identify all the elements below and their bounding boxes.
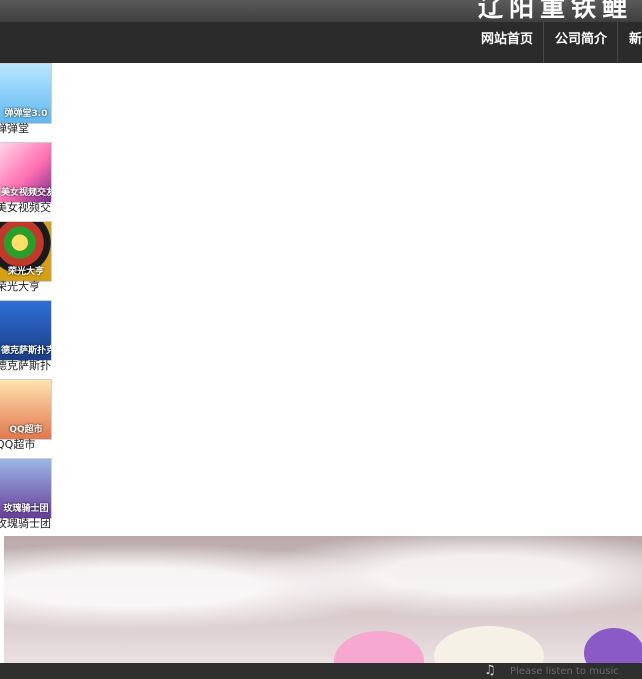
game-caption[interactable]: 弹弹堂 xyxy=(0,122,29,135)
cream-flower-decoration xyxy=(434,626,544,663)
game-caption[interactable]: 美女视频交 xyxy=(0,201,51,214)
game-thumbnail-label: 弹弹堂3.0 xyxy=(4,109,48,119)
game-ad-item[interactable]: 德克萨斯扑克 德克萨斯扑 xyxy=(0,300,54,379)
game-ad-item[interactable]: 玫瑰骑士团 玫瑰骑士团 xyxy=(0,458,54,537)
music-player-text: Please listen to music xyxy=(510,666,619,677)
nav-list: 网站首页 公司简介 新 xyxy=(470,22,642,63)
top-bar: 辽阳重铁鲤 xyxy=(0,0,642,22)
game-ad-item[interactable]: 弹弹堂3.0 弹弹堂 xyxy=(0,63,54,142)
game-ad-item[interactable]: 荣光大亨 荣光大亨 xyxy=(0,221,54,300)
game-thumbnail[interactable]: 玫瑰骑士团 xyxy=(0,458,52,519)
game-thumbnail[interactable]: 弹弹堂3.0 xyxy=(0,63,52,124)
nav-item-news[interactable]: 新 xyxy=(618,22,642,63)
purple-flower-decoration xyxy=(584,628,642,663)
game-thumbnail[interactable]: 德克萨斯扑克 xyxy=(0,300,52,361)
game-ad-item[interactable]: QQ超市 QQ超市 xyxy=(0,379,54,458)
game-thumbnail[interactable]: 荣光大亨 xyxy=(0,221,52,282)
game-caption[interactable]: 玫瑰骑士团 xyxy=(0,517,51,530)
music-player-bar: ♫ Please listen to music xyxy=(0,663,642,679)
nav-item-home[interactable]: 网站首页 xyxy=(470,22,545,63)
game-thumbnail[interactable]: 美女视频交友 xyxy=(0,142,52,203)
game-thumbnail-label: QQ超市 xyxy=(9,425,43,435)
game-thumbnail-label: 荣光大亨 xyxy=(7,267,44,277)
site-title: 辽阳重铁鲤 xyxy=(478,0,634,22)
nav-item-about[interactable]: 公司简介 xyxy=(544,22,619,63)
game-caption[interactable]: 德克萨斯扑 xyxy=(0,359,51,372)
game-thumbnail-label: 德克萨斯扑克 xyxy=(1,346,51,356)
game-thumbnail-label: 玫瑰骑士团 xyxy=(3,504,49,514)
game-caption[interactable]: QQ超市 xyxy=(0,438,35,451)
pink-flower-decoration xyxy=(334,631,424,663)
music-note-icon[interactable]: ♫ xyxy=(484,664,496,678)
game-thumbnail[interactable]: QQ超市 xyxy=(0,379,52,440)
game-ad-item[interactable]: 美女视频交友 美女视频交 xyxy=(0,142,54,221)
game-thumbnail-label: 美女视频交友 xyxy=(1,188,51,198)
game-caption[interactable]: 荣光大亨 xyxy=(0,280,40,293)
hero-banner-image xyxy=(4,536,642,663)
main-nav: 网站首页 公司简介 新 xyxy=(0,22,642,63)
